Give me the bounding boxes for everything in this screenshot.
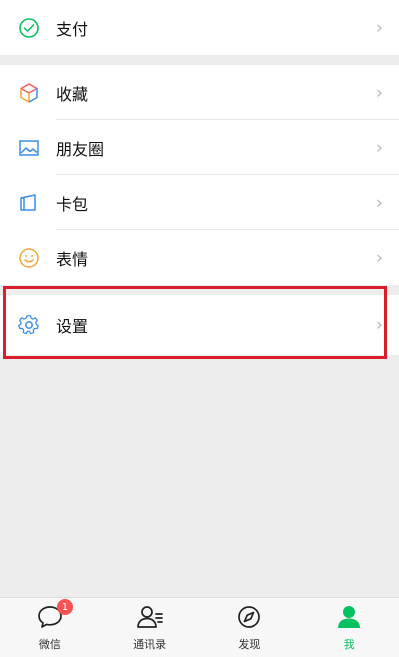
tab-contacts[interactable]: 通讯录	[105, 598, 195, 652]
tab-label: 通讯录	[133, 638, 167, 651]
menu-item-moments[interactable]: 朋友圈 ›	[0, 120, 399, 175]
sticker-smile-icon	[17, 246, 41, 270]
me-person-icon	[335, 604, 363, 634]
unread-badge: 1	[56, 599, 73, 615]
chevron-right-icon: ›	[375, 82, 383, 103]
menu-item-label: 表情	[56, 249, 89, 269]
tab-label: 发现	[238, 638, 261, 651]
menu-group-features: 收藏 › 朋友圈 › 卡包 › 表情 ›	[0, 65, 399, 285]
tab-discover[interactable]: 发现	[204, 598, 294, 652]
menu-item-label: 支付	[56, 19, 89, 39]
bottom-tab-bar: 1 微信 通讯录 发现 我	[0, 597, 399, 657]
chevron-right-icon: ›	[375, 17, 383, 38]
pay-icon	[17, 16, 41, 40]
chevron-right-icon: ›	[375, 137, 383, 158]
compass-icon	[235, 604, 263, 634]
menu-item-favorites[interactable]: 收藏 ›	[0, 65, 399, 120]
chevron-right-icon: ›	[375, 192, 383, 213]
menu-item-card-wallet[interactable]: 卡包 ›	[0, 175, 399, 230]
menu-item-label: 朋友圈	[56, 139, 105, 159]
favorites-cube-icon	[17, 81, 41, 105]
menu-item-stickers[interactable]: 表情 ›	[0, 230, 399, 285]
highlight-box	[3, 286, 387, 359]
chevron-right-icon: ›	[375, 247, 383, 268]
card-wallet-icon	[17, 191, 41, 215]
contacts-icon	[136, 604, 164, 634]
menu-item-label: 收藏	[56, 84, 89, 104]
tab-label: 我	[343, 638, 355, 651]
menu-group-pay: 支付 ›	[0, 0, 399, 55]
moments-image-icon	[17, 136, 41, 160]
tab-label: 微信	[38, 638, 61, 651]
menu-item-label: 卡包	[56, 194, 89, 214]
tab-chats[interactable]: 1 微信	[5, 598, 95, 652]
menu-item-pay[interactable]: 支付 ›	[0, 0, 399, 55]
tab-me[interactable]: 我	[304, 598, 394, 652]
